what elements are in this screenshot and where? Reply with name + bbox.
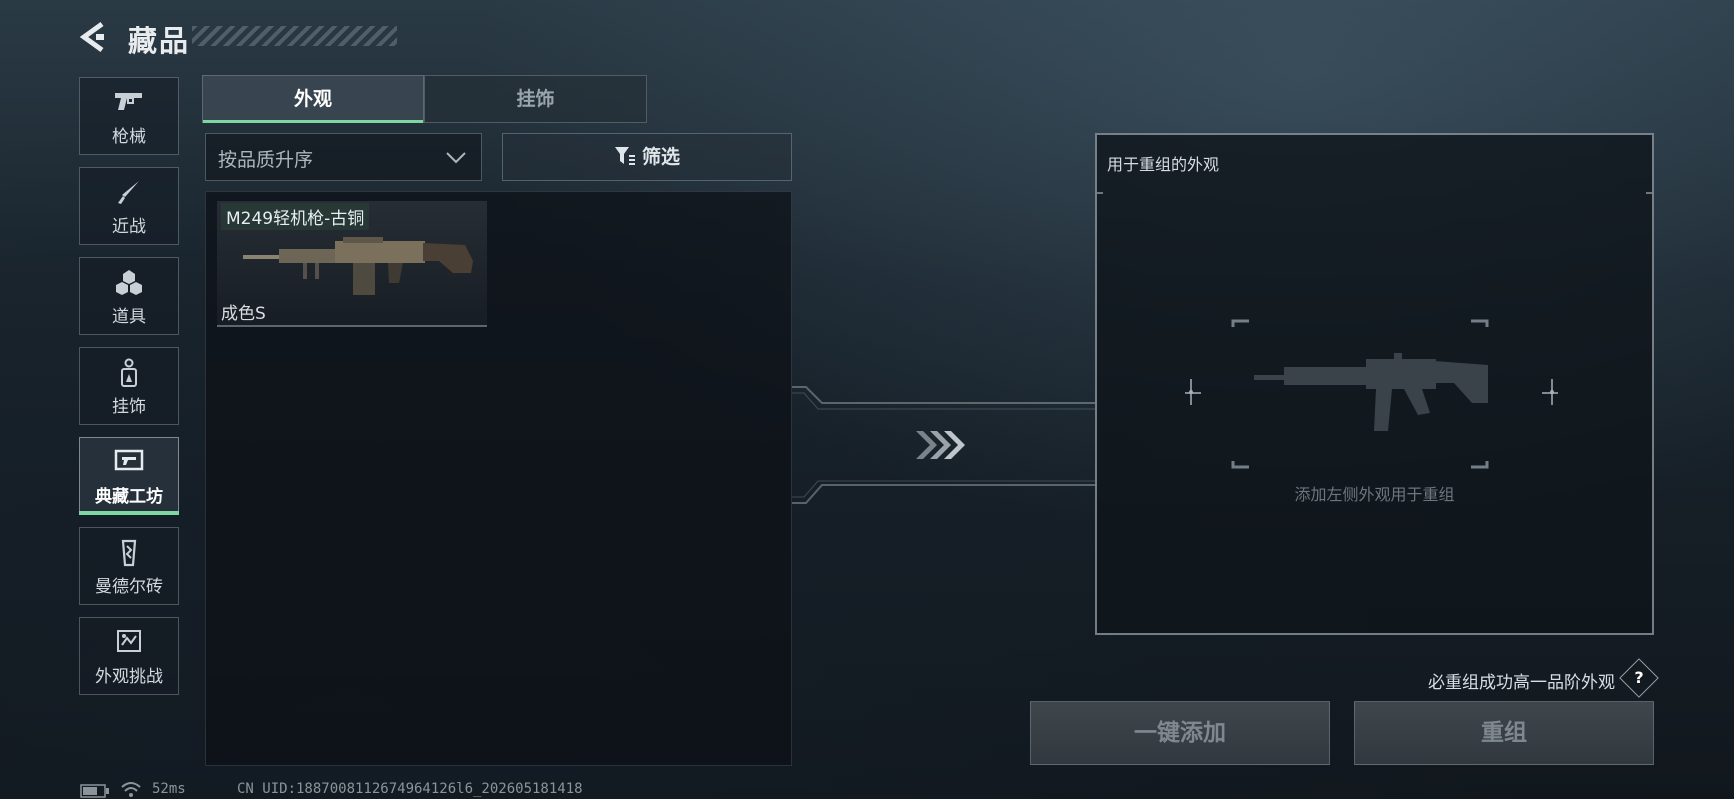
sidebar-item-mandel-brick[interactable]: 曼德尔砖 bbox=[79, 527, 179, 605]
sidebar-item-melee[interactable]: 近战 bbox=[79, 167, 179, 245]
filter-label: 筛选 bbox=[641, 146, 680, 168]
sidebar-item-label: 曼德尔砖 bbox=[95, 577, 163, 597]
machine-gun-icon bbox=[243, 237, 473, 295]
sidebar-item-appearance-challenge[interactable]: 外观挑战 bbox=[79, 617, 179, 695]
sort-dropdown[interactable]: 按品质升序 bbox=[205, 133, 482, 181]
rifle-placeholder-icon bbox=[1254, 353, 1488, 431]
add-all-button[interactable]: 一键添加 bbox=[1030, 701, 1330, 765]
transfer-connector bbox=[792, 386, 1097, 504]
knife-icon bbox=[80, 178, 178, 208]
sidebar-item-label: 枪械 bbox=[112, 127, 146, 147]
back-button[interactable] bbox=[78, 20, 108, 54]
title-decoration bbox=[192, 26, 397, 46]
recombine-button[interactable]: 重组 bbox=[1354, 701, 1654, 765]
sort-value: 按品质升序 bbox=[218, 149, 314, 171]
sidebar-item-charms[interactable]: 挂饰 bbox=[79, 347, 179, 425]
workshop-icon bbox=[80, 448, 178, 478]
sidebar-item-label: 外观挑战 bbox=[95, 667, 163, 687]
battery-icon bbox=[80, 784, 109, 798]
sidebar-item-gear[interactable]: 道具 bbox=[79, 257, 179, 335]
question-icon: ? bbox=[1634, 668, 1644, 687]
challenge-icon bbox=[80, 628, 178, 658]
filter-button[interactable]: 筛选 bbox=[502, 133, 792, 181]
sidebar-item-label: 道具 bbox=[112, 307, 146, 327]
user-uid: CN UID:1887008112674964126l6_20260518141… bbox=[237, 781, 583, 797]
charm-icon bbox=[80, 358, 178, 388]
wifi-icon bbox=[121, 782, 141, 797]
recombine-note: 必重组成功高一品阶外观 bbox=[1428, 673, 1615, 693]
item-card[interactable]: M249轻机枪-古铜 成色S bbox=[217, 201, 487, 327]
sidebar-item-workshop[interactable]: 典藏工坊 bbox=[79, 437, 179, 515]
brick-icon bbox=[80, 538, 178, 568]
item-name: M249轻机枪-古铜 bbox=[221, 203, 370, 230]
tab-charms[interactable]: 挂饰 bbox=[424, 75, 647, 123]
sidebar-item-label: 近战 bbox=[112, 217, 146, 237]
recombine-panel: 用于重组的外观 添加左侧外观用于重组 bbox=[1095, 133, 1654, 635]
item-grade: 成色S bbox=[221, 304, 266, 324]
pistol-icon bbox=[80, 88, 178, 118]
tab-appearance[interactable]: 外观 bbox=[202, 75, 424, 123]
page-title: 藏品 bbox=[128, 24, 191, 58]
triple-chevron-icon bbox=[916, 431, 965, 459]
help-button[interactable]: ? bbox=[1619, 658, 1659, 698]
grenade-icon bbox=[80, 268, 178, 298]
sidebar-item-label: 挂饰 bbox=[112, 397, 146, 417]
sidebar-item-guns[interactable]: 枪械 bbox=[79, 77, 179, 155]
chevron-down-icon bbox=[446, 152, 466, 164]
recombine-hint: 添加左侧外观用于重组 bbox=[1294, 485, 1455, 504]
sidebar-item-label: 典藏工坊 bbox=[95, 487, 163, 507]
filter-icon bbox=[614, 147, 635, 165]
back-arrow-icon bbox=[79, 21, 104, 53]
ping-readout: 52ms bbox=[152, 781, 186, 797]
